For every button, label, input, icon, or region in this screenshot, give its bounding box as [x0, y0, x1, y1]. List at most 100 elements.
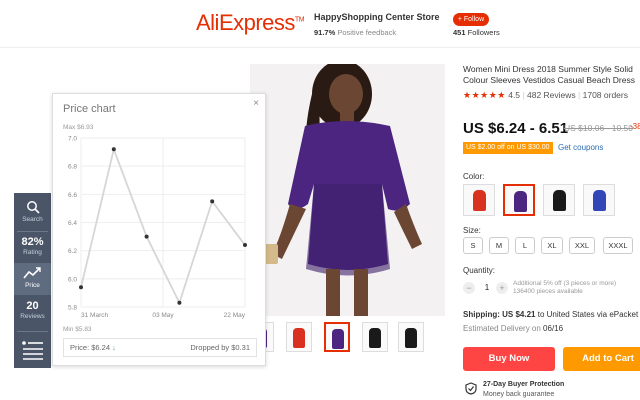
shipping-prefix: Shipping:: [463, 310, 500, 319]
followers-label: Followers: [467, 28, 500, 37]
orders-count: 1708 orders: [582, 90, 628, 100]
size-option-xl[interactable]: XL: [541, 237, 563, 254]
shipping-method[interactable]: to United States via ePacket: [538, 310, 639, 319]
color-swatch-blue[interactable]: [583, 184, 615, 216]
quantity-input[interactable]: 1: [482, 283, 492, 292]
color-swatch-red[interactable]: [463, 184, 495, 216]
get-coupons-link[interactable]: Get coupons: [558, 142, 603, 154]
thumbnail-3[interactable]: [324, 322, 350, 352]
extension-price-button[interactable]: Price: [14, 263, 51, 295]
color-swatch-black[interactable]: [543, 184, 575, 216]
x-tick-label: 31 March: [81, 312, 108, 319]
y-tick-label: 6.4: [68, 220, 77, 227]
extension-search-button[interactable]: Search: [14, 197, 51, 229]
price-point[interactable]: [79, 285, 83, 290]
color-label: Color:: [463, 172, 485, 181]
min-price-label: Min $5.83: [63, 326, 92, 333]
swatch-dress-shape: [593, 190, 606, 211]
price-point[interactable]: [111, 147, 116, 152]
product-price: US $6.24 - 6.51: [463, 120, 569, 137]
delivery-date: 06/16: [543, 324, 564, 333]
price-point[interactable]: [210, 199, 215, 204]
y-tick-label: 7.0: [68, 136, 77, 143]
y-tick-label: 6.0: [68, 276, 77, 283]
y-tick-label: 5.8: [68, 305, 77, 312]
current-price: Price: $6.24: [70, 343, 111, 352]
shield-check-icon: [465, 382, 477, 395]
search-label: Search: [22, 216, 43, 223]
logo-text: AliExpress: [196, 10, 295, 35]
reviews-link[interactable]: 482 Reviews: [527, 90, 576, 100]
delivery-label: Estimated Delivery on: [463, 324, 541, 333]
color-swatch-purple[interactable]: [503, 184, 535, 216]
buy-now-button[interactable]: Buy Now: [463, 347, 555, 371]
size-option-m[interactable]: M: [489, 237, 509, 254]
followers-number: 451: [453, 28, 466, 37]
feedback-percent: 91.7%: [314, 28, 336, 37]
price-line-chart: 7.0 6.8 6.6 6.4 6.2 6.0 5.8 31 March 03 May 22 Ma…: [68, 136, 247, 319]
price-label: Price: [25, 282, 40, 289]
thumbnail-2[interactable]: [286, 322, 312, 352]
quantity-increase-button[interactable]: +: [496, 282, 508, 294]
swatch-dress-shape: [514, 191, 527, 212]
follow-button[interactable]: + Follow: [453, 13, 489, 26]
add-to-cart-button[interactable]: Add to Cart: [563, 347, 640, 371]
quantity-decrease-button[interactable]: −: [463, 282, 475, 294]
menu-list-icon: [21, 341, 43, 360]
y-tick-label: 6.8: [68, 164, 77, 171]
extension-reviews-button[interactable]: 20 Reviews: [14, 297, 51, 329]
rating-row: ★★★★★ 4.5 | 482 Reviews | 1708 orders: [463, 90, 628, 100]
extension-sidebar: Search 82% Rating Price 20 Reviews: [14, 193, 51, 368]
discount-badge: -38%: [630, 122, 640, 131]
size-option-s[interactable]: S: [463, 237, 483, 254]
star-rating-icon: ★★★★★: [463, 90, 506, 100]
size-option-xxxl[interactable]: XXXL: [603, 237, 633, 254]
price-point[interactable]: [144, 234, 149, 239]
price-summary: Price: $6.24 ↓ Dropped by $0.31: [63, 338, 257, 357]
reviews-label: Reviews: [20, 313, 45, 320]
shipping-price: US $4.21: [502, 310, 536, 319]
divider: [17, 231, 48, 232]
store-header: AliExpressTM HappyShopping Center Store …: [0, 0, 640, 48]
protection-subtitle: Money back guarantee: [483, 391, 555, 398]
extension-menu-button[interactable]: [14, 335, 51, 365]
price-point[interactable]: [243, 243, 247, 248]
swatch-dress-shape: [473, 190, 486, 211]
thumb-dress-shape: [369, 328, 381, 348]
price-chart-popup: Price chart × Max $6.93 7.0 6.8 6.6 6.4 6.2 6…: [52, 93, 266, 366]
rating-percent: 82%: [21, 236, 44, 248]
delivery-info: Estimated Delivery on 06/16: [463, 324, 563, 333]
size-option-l[interactable]: L: [515, 237, 535, 254]
thumbnail-4[interactable]: [362, 322, 388, 352]
current-price-text: Price: $6.24 ↓: [70, 339, 116, 356]
quantity-label: Quantity:: [463, 266, 496, 275]
divider: [17, 331, 48, 332]
thumb-dress-shape: [293, 328, 305, 348]
store-feedback: 91.7% Positive feedback: [314, 28, 396, 37]
size-label: Size:: [463, 226, 481, 235]
y-tick-label: 6.6: [68, 192, 77, 199]
product-main-image[interactable]: [250, 64, 445, 316]
thumbnail-5[interactable]: [398, 322, 424, 352]
size-option-xxl[interactable]: XXL: [569, 237, 595, 254]
rating-value: 4.5: [508, 90, 521, 100]
search-icon: [26, 201, 40, 214]
quantity-note: Additional 5% off (3 pieces or more) 136…: [513, 280, 617, 295]
coupon-badge: US $2.00 off on US $30.00: [463, 142, 553, 154]
rating-label: Rating: [23, 249, 42, 256]
price-drop-text: Dropped by $0.31: [190, 343, 250, 352]
thumb-dress-shape: [332, 329, 344, 349]
thumb-dress-shape: [405, 328, 417, 348]
store-name[interactable]: HappyShopping Center Store: [314, 12, 440, 22]
feedback-label: Positive feedback: [337, 28, 397, 37]
x-tick-label: 22 May: [224, 312, 246, 319]
down-arrow-icon: ↓: [112, 343, 116, 352]
aliexpress-logo[interactable]: AliExpressTM: [196, 10, 305, 36]
protection-title: 27-Day Buyer Protection: [483, 381, 565, 388]
reviews-count: 20: [26, 300, 39, 312]
product-title: Women Mini Dress 2018 Summer Style Solid…: [463, 64, 635, 85]
original-price: US $10.06 - 10.50: [564, 123, 633, 133]
x-tick-label: 03 May: [152, 312, 174, 319]
price-point[interactable]: [177, 300, 182, 305]
extension-rating-button[interactable]: 82% Rating: [14, 234, 51, 262]
